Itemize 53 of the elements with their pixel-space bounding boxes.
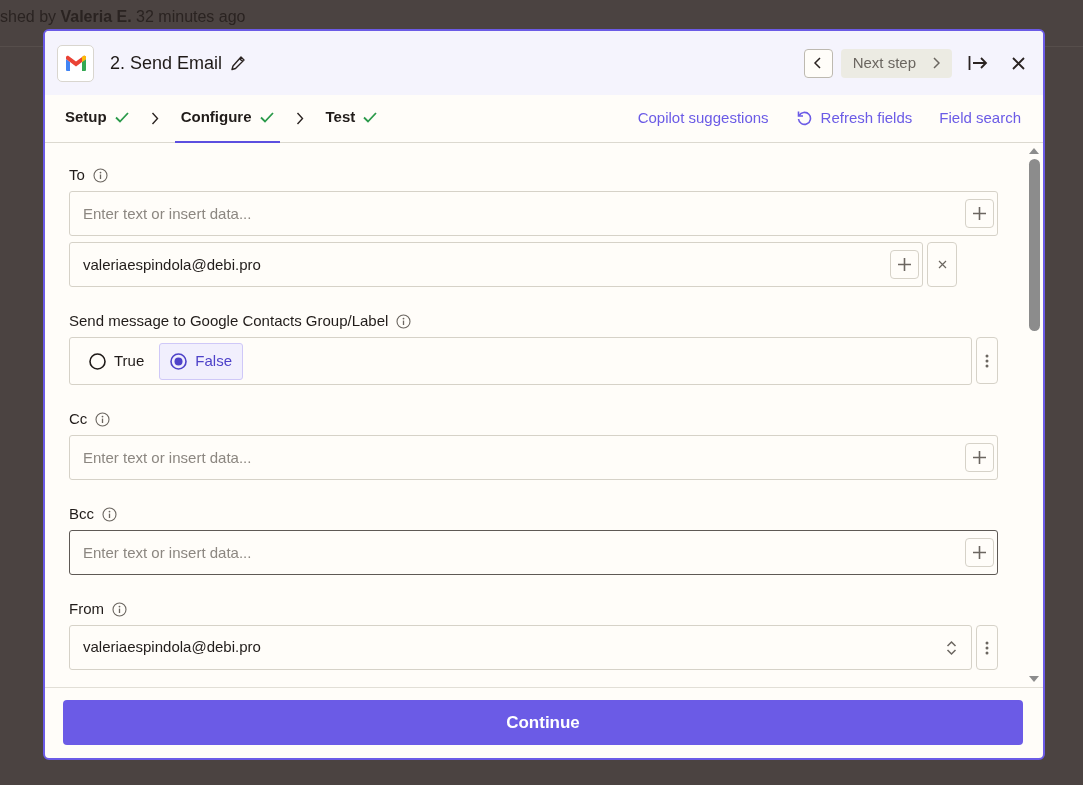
scrollbar-thumb[interactable] (1028, 159, 1040, 331)
kebab-icon (985, 353, 989, 368)
info-icon (95, 411, 111, 427)
step-tab[interactable]: Configure (174, 94, 280, 143)
radio-icon (170, 352, 188, 370)
scroll-down-icon[interactable] (1028, 675, 1040, 683)
info-icon (112, 601, 127, 617)
edit-icon[interactable] (230, 55, 247, 71)
select-field[interactable]: valeriaespindola@debi.pro (69, 625, 972, 670)
radio-option[interactable]: True (78, 342, 156, 380)
field-label: To (69, 165, 85, 185)
close-icon[interactable] (1012, 56, 1025, 70)
insert-data-button[interactable] (965, 199, 994, 228)
close-icon (937, 260, 947, 269)
insert-data-button[interactable] (965, 538, 994, 567)
text-field[interactable]: Enter text or insert data... (69, 530, 998, 575)
chevron-icon (150, 112, 159, 125)
insert-data-button[interactable] (965, 443, 994, 472)
radio-option[interactable]: False (159, 342, 243, 380)
field-label: From (69, 599, 104, 619)
sort-arrows-icon (946, 639, 957, 656)
action-link[interactable]: Refresh fields (795, 107, 913, 130)
info-icon (102, 506, 117, 522)
plus-icon (897, 257, 912, 272)
plus-icon (972, 450, 987, 465)
exit-icon[interactable] (968, 55, 988, 71)
check-icon (363, 112, 378, 123)
field-label: Bcc (69, 504, 94, 524)
radio-icon (89, 352, 106, 370)
text-field[interactable]: valeriaespindola@debi.pro (69, 242, 923, 287)
step-tab[interactable]: Setup (59, 94, 135, 143)
refresh-icon (795, 110, 813, 127)
continue-button[interactable]: Continue (63, 700, 1023, 745)
chevron-icon (295, 112, 304, 125)
action-link[interactable]: Copilot suggestions (637, 107, 769, 130)
scroll-up-icon[interactable] (1028, 147, 1040, 155)
gmail-logo-icon (57, 44, 94, 82)
kebab-icon (985, 640, 989, 655)
plus-icon (972, 206, 987, 221)
plus-icon (972, 545, 987, 560)
step-tab[interactable]: Test (319, 94, 384, 143)
info-icon (396, 313, 412, 329)
step-title: 2. Send Email (110, 51, 223, 75)
field-label: Cc (69, 409, 88, 429)
action-link[interactable]: Field search (939, 107, 1021, 130)
chevron-right-icon (932, 57, 940, 69)
check-icon (259, 112, 274, 123)
insert-data-button[interactable] (890, 250, 919, 279)
check-icon (114, 112, 129, 123)
info-icon (92, 167, 108, 183)
field-label: Send message to Google Contacts Group/Label (69, 311, 389, 331)
chevron-left-icon (813, 57, 824, 69)
previous-step-button[interactable] (803, 48, 833, 78)
